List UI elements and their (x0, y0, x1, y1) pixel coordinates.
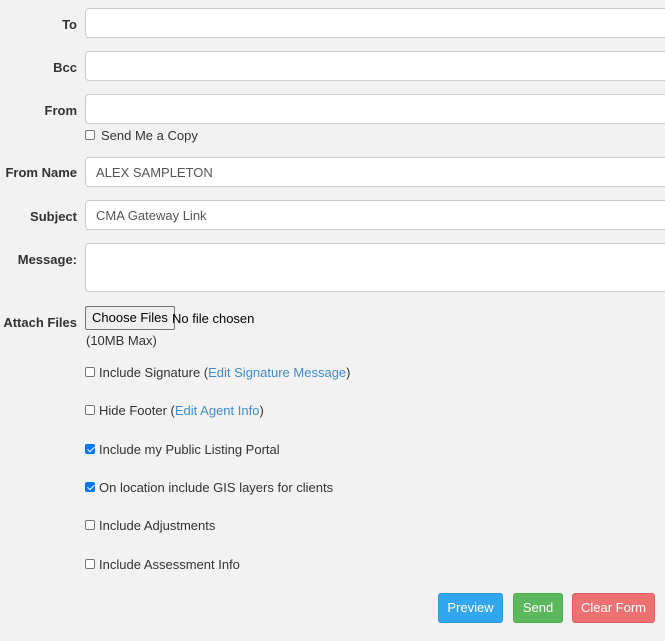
send-button[interactable]: Send (513, 593, 563, 623)
subject-input[interactable] (85, 200, 665, 230)
assessment-checkbox[interactable] (85, 559, 95, 569)
public-portal-option[interactable]: Include my Public Listing Portal (85, 441, 280, 457)
edit-signature-link[interactable]: Edit Signature Message (208, 365, 346, 380)
edit-agent-info-link[interactable]: Edit Agent Info (175, 403, 260, 418)
assessment-label: Include Assessment Info (99, 556, 240, 572)
public-portal-checkbox[interactable] (85, 444, 95, 454)
include-signature-label-end: ) (346, 364, 351, 380)
from-name-label: From Name (5, 165, 77, 180)
assessment-option[interactable]: Include Assessment Info (85, 556, 240, 572)
hide-footer-label: Hide Footer ( (99, 402, 175, 418)
subject-label: Subject (30, 209, 77, 224)
adjustments-label: Include Adjustments (99, 517, 216, 533)
send-copy-label: Send Me a Copy (101, 127, 198, 143)
from-input[interactable] (85, 94, 665, 124)
message-textarea[interactable] (85, 243, 665, 292)
include-signature-label: Include Signature ( (99, 364, 209, 380)
attach-files-label: Attach Files (3, 315, 77, 330)
send-copy-option[interactable]: Send Me a Copy (85, 127, 198, 143)
from-label: From (44, 103, 78, 118)
gis-layers-option[interactable]: On location include GIS layers for clien… (85, 479, 333, 495)
email-form: To Bcc From Send Me a Copy From Name Sub… (0, 0, 665, 641)
from-name-input[interactable] (85, 157, 665, 187)
public-portal-label: Include my Public Listing Portal (99, 441, 280, 457)
hide-footer-option[interactable]: Hide Footer (Edit Agent Info) (85, 402, 264, 418)
message-label: Message: (17, 252, 77, 267)
clear-form-button[interactable]: Clear Form (572, 593, 655, 623)
include-signature-checkbox[interactable] (85, 367, 95, 377)
adjustments-option[interactable]: Include Adjustments (85, 517, 215, 533)
file-size-note: (10MB Max) (86, 333, 157, 348)
gis-layers-checkbox[interactable] (85, 482, 95, 492)
gis-layers-label: On location include GIS layers for clien… (99, 479, 334, 495)
hide-footer-checkbox[interactable] (85, 405, 95, 415)
to-label: To (62, 17, 77, 32)
bcc-label: Bcc (53, 60, 77, 75)
send-copy-checkbox[interactable] (85, 130, 95, 140)
hide-footer-label-end: ) (259, 402, 264, 418)
include-signature-option[interactable]: Include Signature (Edit Signature Messag… (85, 364, 351, 380)
adjustments-checkbox[interactable] (85, 520, 95, 530)
choose-files-button[interactable]: Choose Files (85, 306, 175, 330)
file-status: No file chosen (172, 311, 255, 326)
to-input[interactable] (85, 8, 665, 38)
preview-button[interactable]: Preview (438, 593, 503, 623)
bcc-input[interactable] (85, 51, 665, 81)
